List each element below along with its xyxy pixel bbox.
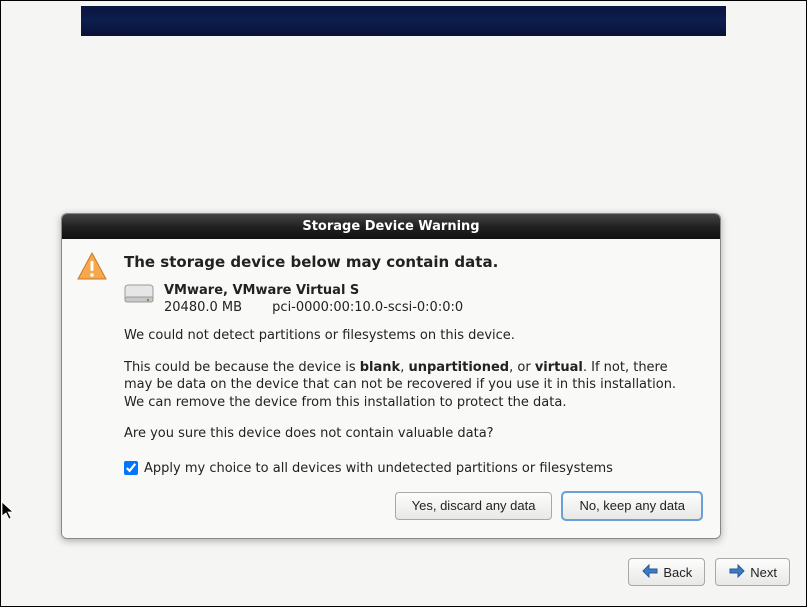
installer-banner: [81, 6, 726, 36]
warning-icon: [76, 251, 108, 287]
dialog-title: Storage Device Warning: [62, 214, 720, 239]
harddisk-icon: [124, 283, 154, 309]
device-meta: 20480.0 MB pci-0000:00:10.0-scsi-0:0:0:0: [164, 300, 463, 315]
arrow-left-icon: [641, 564, 659, 581]
storage-warning-dialog: Storage Device Warning The storage devic…: [61, 213, 721, 539]
warning-text-1: We could not detect partitions or filesy…: [124, 327, 684, 345]
next-label: Next: [750, 565, 777, 580]
apply-all-checkbox-row[interactable]: Apply my choice to all devices with unde…: [124, 461, 702, 476]
back-button[interactable]: Back: [628, 558, 705, 586]
warning-text-3: Are you sure this device does not contai…: [124, 425, 684, 443]
mouse-cursor: [1, 501, 15, 521]
device-path: pci-0000:00:10.0-scsi-0:0:0:0: [272, 300, 463, 315]
arrow-right-icon: [728, 564, 746, 581]
back-label: Back: [663, 565, 692, 580]
apply-all-checkbox[interactable]: [124, 461, 138, 475]
dialog-button-row: Yes, discard any data No, keep any data: [124, 492, 702, 524]
discard-data-button[interactable]: Yes, discard any data: [395, 492, 553, 520]
device-size: 20480.0 MB: [164, 300, 242, 315]
dialog-body: The storage device below may contain dat…: [62, 239, 720, 538]
next-button[interactable]: Next: [715, 558, 790, 586]
keep-data-button[interactable]: No, keep any data: [562, 492, 702, 520]
device-name: VMware, VMware Virtual S: [164, 283, 463, 298]
device-row: VMware, VMware Virtual S 20480.0 MB pci-…: [124, 283, 702, 315]
wizard-nav: Back Next: [628, 558, 790, 586]
apply-all-label: Apply my choice to all devices with unde…: [144, 461, 613, 476]
warning-text-2: This could be because the device is blan…: [124, 359, 684, 412]
warning-heading: The storage device below may contain dat…: [124, 253, 702, 271]
